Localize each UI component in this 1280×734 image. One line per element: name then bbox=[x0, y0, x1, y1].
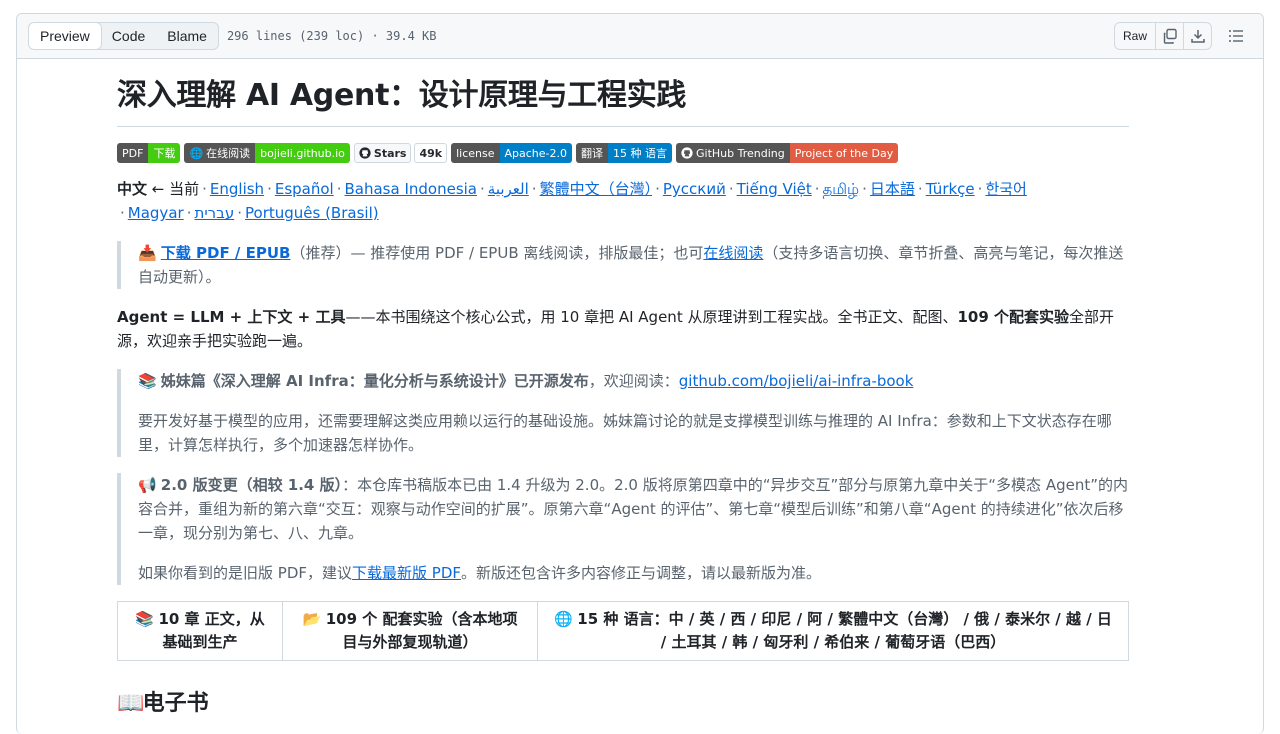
current-language: 中文 bbox=[117, 180, 148, 198]
download-button[interactable] bbox=[1184, 23, 1211, 49]
book-icon: 📖 bbox=[117, 691, 145, 716]
badge-read-label: 在线阅读 bbox=[206, 147, 251, 160]
globe-icon: 🌐 bbox=[554, 610, 573, 628]
view-mode-segmented-control: Preview Code Blame bbox=[28, 22, 219, 50]
stars-label: Stars bbox=[373, 146, 407, 160]
lang-link[interactable]: עברית bbox=[194, 204, 234, 222]
download-latest-pdf-link[interactable]: 下载最新版 PDF bbox=[352, 564, 461, 582]
outline-button[interactable] bbox=[1220, 22, 1252, 50]
table-cell-chapters: 📚 10 章 正文，从基础到生产 bbox=[117, 601, 283, 661]
sister-book-link[interactable]: github.com/bojieli/ai-infra-book bbox=[679, 372, 914, 390]
table-cell-labs: 📂 109 个 配套实验（含本地项目与外部复现轨道） bbox=[282, 601, 538, 661]
lang-link[interactable]: 한국어 bbox=[985, 180, 1026, 198]
lang-link[interactable]: தமிழ் bbox=[823, 180, 860, 198]
sister-book-text: ，欢迎阅读： bbox=[588, 372, 679, 390]
file-header: Preview Code Blame 296 lines (239 loc) ·… bbox=[17, 14, 1263, 59]
page-title: 深入理解 AI Agent：设计原理与工程实践 bbox=[117, 58, 1129, 127]
intro-paragraph: Agent = LLM + 上下文 + 工具——本书围绕这个核心公式，用 10 … bbox=[117, 305, 1129, 353]
stars-count: 49k bbox=[414, 143, 448, 163]
badge-github-stars[interactable]: Stars 49k bbox=[353, 143, 448, 163]
old-pdf-text2: 。新版还包含许多内容修正与调整，请以最新版为准。 bbox=[461, 564, 822, 582]
sister-book-note: 📚 姊妹篇《深入理解 AI Infra：量化分析与系统设计》已开源发布，欢迎阅读… bbox=[117, 369, 1129, 457]
sister-book-description: 要开发好基于模型的应用，还需要理解这类应用赖以运行的基础设施。姊妹篇讨论的就是支… bbox=[138, 412, 1112, 454]
badge-online-read[interactable]: 🌐 在线阅读 bojieli.github.io bbox=[184, 143, 350, 163]
lang-link[interactable]: Português (Brasil) bbox=[245, 204, 379, 222]
tab-blame[interactable]: Blame bbox=[156, 23, 218, 49]
raw-button[interactable]: Raw bbox=[1115, 23, 1156, 49]
download-note-text1: （推荐）— 推荐使用 PDF / EPUB 离线阅读，排版最佳；也可 bbox=[290, 244, 704, 262]
sister-book-title: 姊妹篇《深入理解 AI Infra：量化分析与系统设计》已开源发布 bbox=[160, 372, 589, 390]
copy-button[interactable] bbox=[1156, 23, 1184, 49]
badge-license-left: license bbox=[451, 143, 500, 163]
readme-content: 深入理解 AI Agent：设计原理与工程实践 PDF 下载 🌐 在线阅读 boj… bbox=[117, 58, 1129, 717]
megaphone-icon: 📢 bbox=[138, 476, 157, 494]
badge-translate-right: 15 种 语言 bbox=[608, 143, 673, 163]
file-actions: Raw bbox=[1113, 22, 1212, 50]
lang-link[interactable]: 日本語 bbox=[870, 180, 915, 198]
badge-trending-right: Project of the Day bbox=[789, 143, 899, 163]
globe-icon: 🌐 bbox=[189, 146, 204, 160]
badge-row: PDF 下载 🌐 在线阅读 bojieli.github.io Stars 49k… bbox=[117, 143, 1129, 163]
table-cell-text: 109 个 配套实验（含本地项目与外部复现轨道） bbox=[325, 610, 518, 651]
books-icon: 📚 bbox=[135, 610, 154, 628]
github-icon bbox=[359, 147, 371, 159]
badge-pdf-left: PDF bbox=[117, 143, 149, 163]
download-note: 📥 下载 PDF / EPUB（推荐）— 推荐使用 PDF / EPUB 离线阅… bbox=[117, 241, 1129, 289]
intro-labs: 109 个配套实验 bbox=[957, 308, 1070, 326]
badge-license[interactable]: license Apache-2.0 bbox=[451, 143, 573, 163]
badge-read-right: bojieli.github.io bbox=[255, 143, 350, 163]
list-icon bbox=[1229, 30, 1243, 42]
inbox-tray-icon: 📥 bbox=[138, 244, 157, 262]
badge-translations[interactable]: 翻译 15 种 语言 bbox=[576, 143, 673, 163]
lang-link[interactable]: Türkçe bbox=[926, 180, 975, 198]
table-row: 📚 10 章 正文，从基础到生产 📂 109 个 配套实验（含本地项目与外部复现… bbox=[117, 601, 1129, 661]
lang-link[interactable]: Magyar bbox=[128, 204, 184, 222]
table-cell-text: 15 种 语言：中 / 英 / 西 / 印尼 / 阿 / 繁體中文（台灣） / … bbox=[577, 610, 1112, 651]
table-cell-text: 10 章 正文，从基础到生产 bbox=[158, 610, 265, 651]
github-icon bbox=[681, 147, 693, 159]
version-change-title: 2.0 版变更（相较 1.4 版） bbox=[160, 476, 343, 494]
badge-pdf-download[interactable]: PDF 下载 bbox=[117, 143, 181, 163]
lang-link[interactable]: Bahasa Indonesia bbox=[345, 180, 478, 198]
tab-code[interactable]: Code bbox=[101, 23, 156, 49]
badge-read-left: 🌐 在线阅读 bbox=[184, 143, 256, 163]
badge-trending-label: GitHub Trending bbox=[696, 146, 785, 160]
copy-icon bbox=[1163, 28, 1177, 44]
download-pdf-link[interactable]: 下载 PDF / EPUB bbox=[161, 244, 291, 262]
lang-link[interactable]: Tiếng Việt bbox=[737, 180, 812, 198]
lang-link[interactable]: Русский bbox=[663, 180, 726, 198]
section-heading-text: 电子书 bbox=[142, 691, 209, 716]
current-marker: ← 当前 bbox=[147, 180, 200, 198]
online-read-link[interactable]: 在线阅读 bbox=[703, 244, 763, 262]
old-pdf-text1: 如果你看到的是旧版 PDF，建议 bbox=[138, 564, 352, 582]
badge-license-right: Apache-2.0 bbox=[499, 143, 573, 163]
folder-icon: 📂 bbox=[302, 610, 322, 628]
file-meta: 296 lines (239 loc) · 39.4 KB bbox=[226, 29, 437, 43]
lang-link[interactable]: English bbox=[210, 180, 264, 198]
lang-link[interactable]: 繁體中文（台灣） bbox=[540, 180, 653, 198]
section-heading-ebook: 📖 电子书 bbox=[117, 685, 1129, 717]
badge-github-trending[interactable]: GitHub Trending Project of the Day bbox=[676, 143, 899, 163]
books-icon: 📚 bbox=[138, 372, 157, 390]
download-icon bbox=[1190, 30, 1205, 43]
language-switcher: 中文 ← 当前 · English · Español · Bahasa Indonesia… bbox=[117, 180, 1027, 222]
intro-text1: ——本书围绕这个核心公式，用 10 章把 AI Agent 从原理讲到工程实战。… bbox=[345, 308, 958, 326]
stars-button: Stars bbox=[353, 143, 412, 163]
lang-link[interactable]: Español bbox=[275, 180, 334, 198]
version-change-note: 📢 2.0 版变更（相较 1.4 版）：本仓库书稿版本已由 1.4 升级为 2.… bbox=[117, 473, 1129, 585]
intro-formula: Agent = LLM + 上下文 + 工具 bbox=[117, 308, 346, 326]
summary-table: 📚 10 章 正文，从基础到生产 📂 109 个 配套实验（含本地项目与外部复现… bbox=[117, 601, 1129, 661]
lang-link[interactable]: العربية bbox=[488, 180, 529, 198]
tab-preview[interactable]: Preview bbox=[28, 23, 102, 49]
table-cell-languages: 🌐 15 种 语言：中 / 英 / 西 / 印尼 / 阿 / 繁體中文（台灣） … bbox=[537, 601, 1129, 661]
badge-pdf-right: 下载 bbox=[148, 143, 181, 163]
badge-translate-left: 翻译 bbox=[576, 143, 609, 163]
badge-trending-left: GitHub Trending bbox=[676, 143, 790, 163]
